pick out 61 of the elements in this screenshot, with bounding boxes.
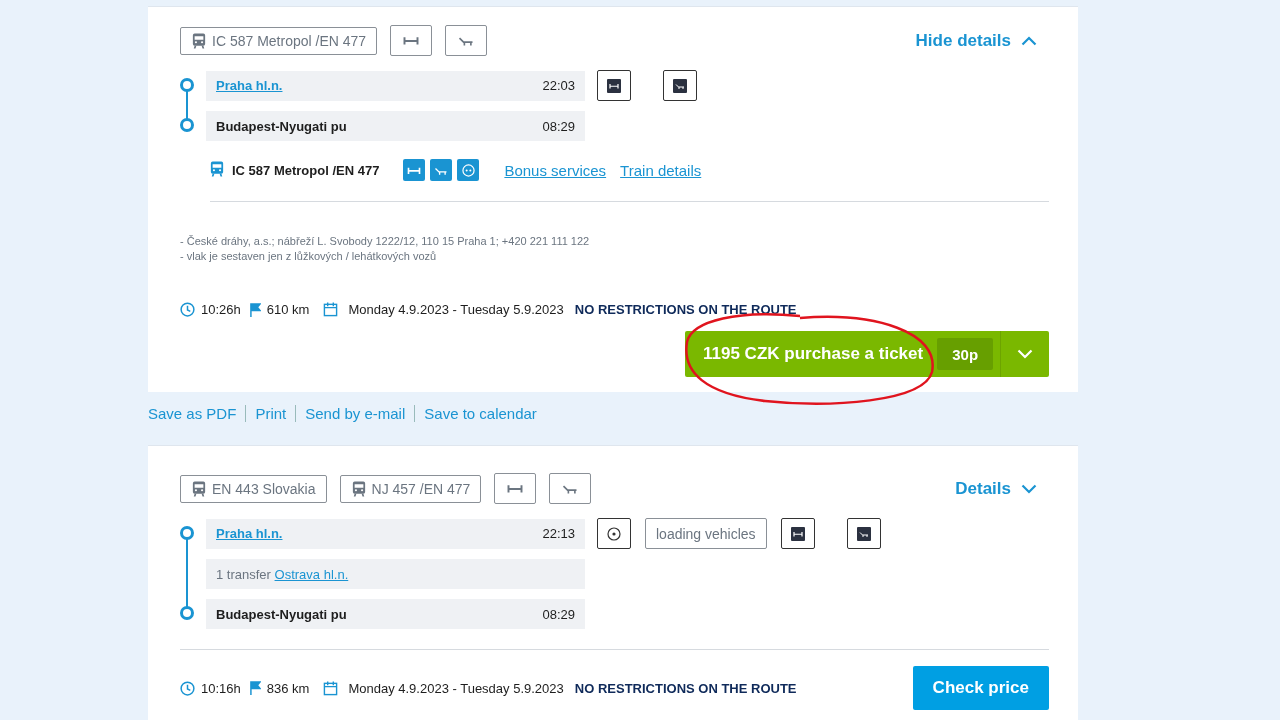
stop-time: 22:03 xyxy=(542,78,575,93)
page-link[interactable]: Save as PDF xyxy=(148,405,246,422)
station-link[interactable]: Praha hl.n. xyxy=(216,526,283,541)
operator-note: - České dráhy, a.s.; nábřeží L. Svobody 1222/12, 110 15 Praha 1; +420 221 111 122 xyxy=(180,234,591,249)
detail-link[interactable]: Train details xyxy=(620,161,702,179)
bed-icon xyxy=(790,526,805,541)
train-icon xyxy=(192,480,206,497)
stop-time: 08:29 xyxy=(542,606,575,622)
calendar-icon xyxy=(323,302,339,317)
detail-link[interactable]: Bonus services xyxy=(504,161,607,179)
restriction-note: NO RESTRICTIONS ON THE ROUTE xyxy=(574,680,797,696)
stop-time: 22:13 xyxy=(542,526,575,541)
flag-icon xyxy=(249,302,261,317)
socket-icon xyxy=(607,526,621,541)
clock-icon xyxy=(180,302,195,317)
station-link[interactable]: Ostrava hl.n. xyxy=(274,566,349,582)
stop-dot xyxy=(180,526,194,540)
distance: 836 km xyxy=(266,680,310,696)
distance: 610 km xyxy=(266,302,310,317)
calendar-icon xyxy=(323,680,339,696)
check-price-button[interactable]: Check price xyxy=(912,666,1049,710)
chevron-up-icon xyxy=(1021,35,1037,46)
train-name: IC 587 Metropol /EN 477 xyxy=(232,162,380,178)
purchase-button[interactable]: 1195 CZK purchase a ticket 30p xyxy=(685,331,1049,377)
purchase-label: 1195 CZK purchase a ticket xyxy=(703,344,924,364)
couchette-icon xyxy=(673,78,687,93)
page-link[interactable]: Send by e-mail xyxy=(295,405,415,422)
duration: 10:26h xyxy=(201,302,241,317)
stop-dot xyxy=(180,78,194,92)
station-link[interactable]: Praha hl.n. xyxy=(216,78,283,93)
operator-note: - vlak je sestaven jen z lůžkových / lehátkových vozů xyxy=(180,249,438,264)
train-name: NJ 457 /EN 477 xyxy=(371,480,471,497)
train-icon xyxy=(210,159,224,177)
travel-dates: Monday 4.9.2023 - Tuesday 5.9.2023 xyxy=(348,302,564,317)
page-link[interactable]: Save to calendar xyxy=(414,405,546,422)
train-icon xyxy=(192,32,206,49)
chevron-down-icon xyxy=(1017,349,1033,359)
duration: 10:16h xyxy=(201,680,241,696)
feature-label: loading vehicles xyxy=(645,518,767,549)
flag-icon xyxy=(249,681,261,695)
bed-icon xyxy=(607,78,621,93)
couchette-icon xyxy=(856,526,871,541)
stop-dot xyxy=(180,606,194,620)
points-badge: 30p xyxy=(937,338,994,370)
couchette-icon xyxy=(430,159,453,181)
socket-icon xyxy=(457,159,480,181)
train-name: IC 587 Metropol /EN 477 xyxy=(212,32,367,49)
details-toggle[interactable]: Hide details xyxy=(915,30,1037,51)
clock-icon xyxy=(180,680,195,696)
transfer-info: 1 transfer Ostrava hl.n. xyxy=(216,566,349,582)
train-name: EN 443 Slovakia xyxy=(212,480,316,497)
station-name: Budapest-Nyugati pu xyxy=(216,118,347,134)
stop-dot xyxy=(180,118,194,132)
station-name: Budapest-Nyugati pu xyxy=(216,606,347,622)
train-icon xyxy=(351,480,366,497)
stop-time: 08:29 xyxy=(542,118,575,134)
travel-dates: Monday 4.9.2023 - Tuesday 5.9.2023 xyxy=(348,680,564,696)
chevron-down-icon xyxy=(1021,483,1037,494)
details-toggle[interactable]: Details xyxy=(955,478,1037,499)
bed-icon xyxy=(403,159,426,181)
page-link[interactable]: Print xyxy=(245,405,296,422)
